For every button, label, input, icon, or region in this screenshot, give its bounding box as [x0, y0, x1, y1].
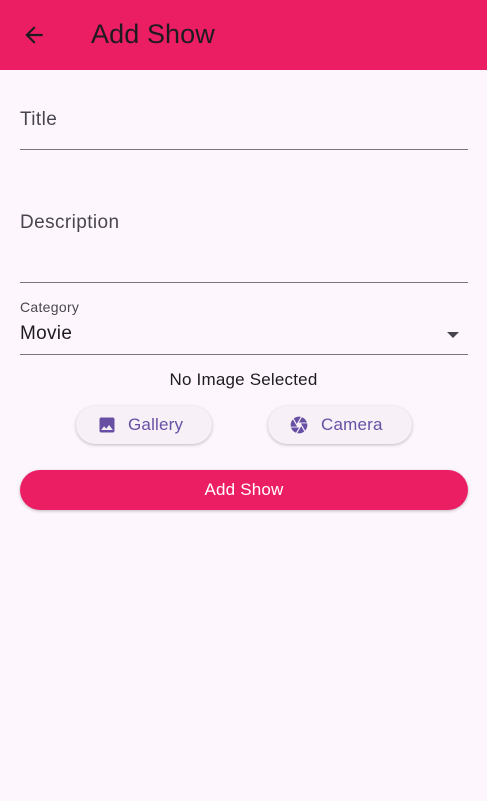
dropdown-arrow-icon[interactable] [447, 332, 459, 338]
app-bar: Add Show [0, 0, 487, 70]
image-icon [99, 417, 115, 433]
category-label: Category [20, 299, 80, 315]
title-field-label: Title [20, 109, 58, 130]
category-dropdown[interactable]: Category Movie [20, 295, 468, 355]
gallery-button[interactable]: Gallery [76, 406, 212, 444]
back-button[interactable] [14, 15, 54, 55]
description-field-label: Description [20, 212, 120, 233]
description-field[interactable]: Description [20, 192, 468, 283]
camera-button[interactable]: Camera [268, 406, 412, 444]
category-value[interactable]: Movie [20, 323, 72, 345]
add-show-button-label: Add Show [204, 480, 284, 499]
gallery-button-label: Gallery [128, 415, 184, 434]
image-status-text: No Image Selected [169, 370, 318, 389]
camera-aperture-icon [290, 416, 308, 434]
title-field[interactable]: Title [20, 90, 468, 150]
camera-button-label: Camera [321, 415, 383, 434]
arrow-left-icon[interactable] [21, 22, 47, 48]
page-title: Add Show [91, 19, 215, 49]
add-show-button[interactable]: Add Show [20, 470, 468, 510]
